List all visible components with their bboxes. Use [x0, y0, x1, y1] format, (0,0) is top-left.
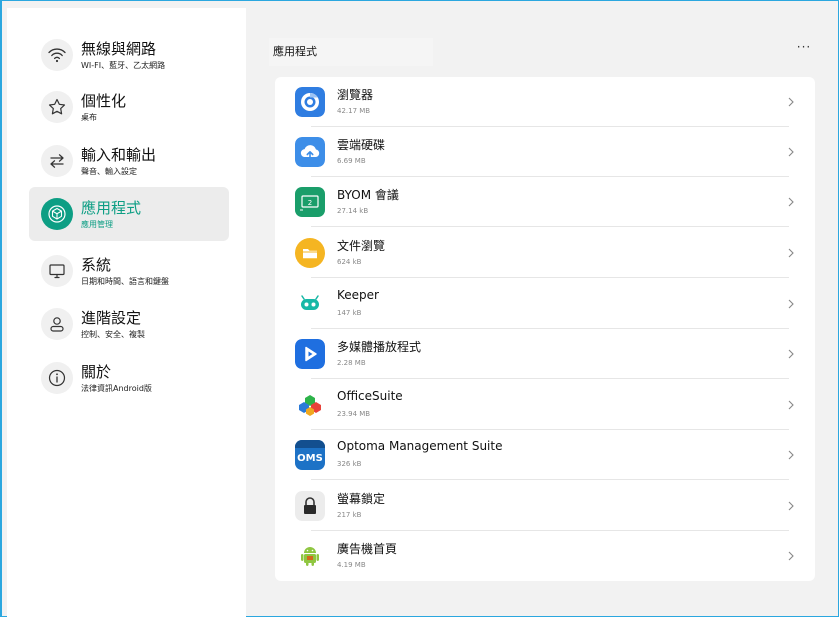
sidebar-item-title: 關於	[81, 363, 112, 381]
sidebar-item-input-output[interactable]: 輸入和輸出 聲音、輸入設定	[29, 134, 229, 188]
app-name: Optoma Management Suite	[337, 439, 503, 453]
app-size: 217 kB	[337, 511, 362, 519]
star-icon	[41, 91, 73, 123]
chevron-right-icon	[787, 349, 795, 359]
sidebar-item-subtitle: WI-FI、藍牙、乙太網路	[81, 61, 166, 70]
app-name: BYOM 會議	[337, 188, 399, 202]
row-divider	[311, 226, 789, 227]
app-name: 多媒體播放程式	[337, 340, 422, 354]
sidebar-item-personalization[interactable]: 個性化 桌布	[29, 80, 229, 134]
app-size: 326 kB	[337, 460, 362, 468]
page-title: 應用程式	[269, 38, 433, 66]
app-name: 螢幕鎖定	[337, 492, 386, 506]
chevron-right-icon	[787, 147, 795, 157]
window-edge	[0, 0, 2, 617]
cloud-drive-icon	[295, 137, 325, 167]
app-size: 147 kB	[337, 309, 362, 317]
keeper-icon	[295, 289, 325, 319]
sidebar-item-subtitle: 應用管理	[81, 220, 113, 229]
sidebar-item-subtitle: 日期和時間、語言和鍵盤	[81, 277, 169, 286]
sidebar-item-wireless[interactable]: 無線與網路 WI-FI、藍牙、乙太網路	[29, 28, 229, 82]
app-cube-icon	[41, 198, 73, 230]
folder-icon	[295, 238, 325, 268]
row-divider	[311, 378, 789, 379]
sidebar-item-subtitle: 聲音、輸入設定	[81, 167, 137, 176]
sidebar-item-title: 無線與網路	[81, 40, 157, 58]
sidebar-item-subtitle: 法律資訊Android版	[81, 384, 152, 393]
app-row-officesuite[interactable]: OfficeSuite 23.94 MB	[275, 380, 815, 430]
row-divider	[311, 277, 789, 278]
oms-icon: OMS	[295, 440, 325, 470]
app-row-keeper[interactable]: Keeper 147 kB	[275, 279, 815, 329]
byom-meeting-icon: 2	[295, 187, 325, 217]
chevron-right-icon	[787, 501, 795, 511]
app-size: 4.19 MB	[337, 561, 366, 569]
chevron-right-icon	[787, 400, 795, 410]
app-row-screen-lock[interactable]: 螢幕鎖定 217 kB	[275, 481, 815, 531]
app-name: 廣告機首頁	[337, 542, 398, 556]
sidebar: 無線與網路 WI-FI、藍牙、乙太網路 個性化 桌布 輸入和輸出 聲音、輸入設定…	[7, 8, 246, 617]
sidebar-item-title: 系統	[81, 256, 112, 274]
app-name: Keeper	[337, 288, 379, 302]
info-icon	[41, 362, 73, 394]
app-row-file-browser[interactable]: 文件瀏覽 624 kB	[275, 228, 815, 278]
app-size: 6.69 MB	[337, 157, 366, 165]
sidebar-item-subtitle: 控制、安全、複製	[81, 330, 145, 339]
svg-text:OMS: OMS	[297, 453, 323, 464]
sidebar-item-title: 應用程式	[81, 199, 142, 217]
app-name: 瀏覽器	[337, 88, 374, 102]
app-size: 2.28 MB	[337, 359, 366, 367]
chevron-right-icon	[787, 197, 795, 207]
app-row-byom-meeting[interactable]: 2 BYOM 會議 27.14 kB	[275, 177, 815, 227]
sidebar-item-title: 進階設定	[81, 309, 142, 327]
sidebar-item-about[interactable]: 關於 法律資訊Android版	[29, 351, 229, 405]
more-options-button[interactable]: ···	[794, 40, 814, 60]
chevron-right-icon	[787, 450, 795, 460]
sidebar-item-title: 個性化	[81, 92, 127, 110]
svg-text:2: 2	[308, 199, 312, 207]
app-list: 瀏覽器 42.17 MB 雲端硬碟 6.69 MB 2 BYOM 會議 27.1…	[275, 77, 815, 581]
sidebar-item-subtitle: 桌布	[81, 113, 97, 122]
sidebar-item-advanced[interactable]: 進階設定 控制、安全、複製	[29, 297, 229, 351]
chevron-right-icon	[787, 97, 795, 107]
sidebar-item-title: 輸入和輸出	[81, 146, 157, 164]
swap-arrows-icon	[41, 145, 73, 177]
chevron-right-icon	[787, 551, 795, 561]
chevron-right-icon	[787, 248, 795, 258]
lock-icon	[295, 491, 325, 521]
row-divider	[311, 479, 789, 480]
person-icon	[41, 308, 73, 340]
monitor-icon	[41, 255, 73, 287]
officesuite-icon	[295, 390, 325, 420]
app-row-optoma-management-suite[interactable]: OMS Optoma Management Suite 326 kB	[275, 430, 815, 480]
sidebar-item-apps[interactable]: 應用程式 應用管理	[29, 187, 229, 241]
app-size: 42.17 MB	[337, 107, 371, 115]
app-size: 27.14 kB	[337, 207, 369, 215]
app-size: 624 kB	[337, 258, 362, 266]
app-row-browser[interactable]: 瀏覽器 42.17 MB	[275, 77, 815, 127]
wifi-icon	[41, 39, 73, 71]
app-name: 文件瀏覽	[337, 239, 386, 253]
media-player-icon	[295, 339, 325, 369]
app-size: 23.94 MB	[337, 410, 371, 418]
chevron-right-icon	[787, 299, 795, 309]
android-icon	[295, 541, 325, 571]
app-name: OfficeSuite	[337, 389, 403, 403]
app-row-signage-home[interactable]: 廣告機首頁 4.19 MB	[275, 531, 815, 581]
browser-icon	[295, 87, 325, 117]
app-row-media-player[interactable]: 多媒體播放程式 2.28 MB	[275, 329, 815, 379]
app-row-cloud-drive[interactable]: 雲端硬碟 6.69 MB	[275, 127, 815, 177]
app-name: 雲端硬碟	[337, 138, 386, 152]
sidebar-item-system[interactable]: 系統 日期和時間、語言和鍵盤	[29, 244, 229, 298]
